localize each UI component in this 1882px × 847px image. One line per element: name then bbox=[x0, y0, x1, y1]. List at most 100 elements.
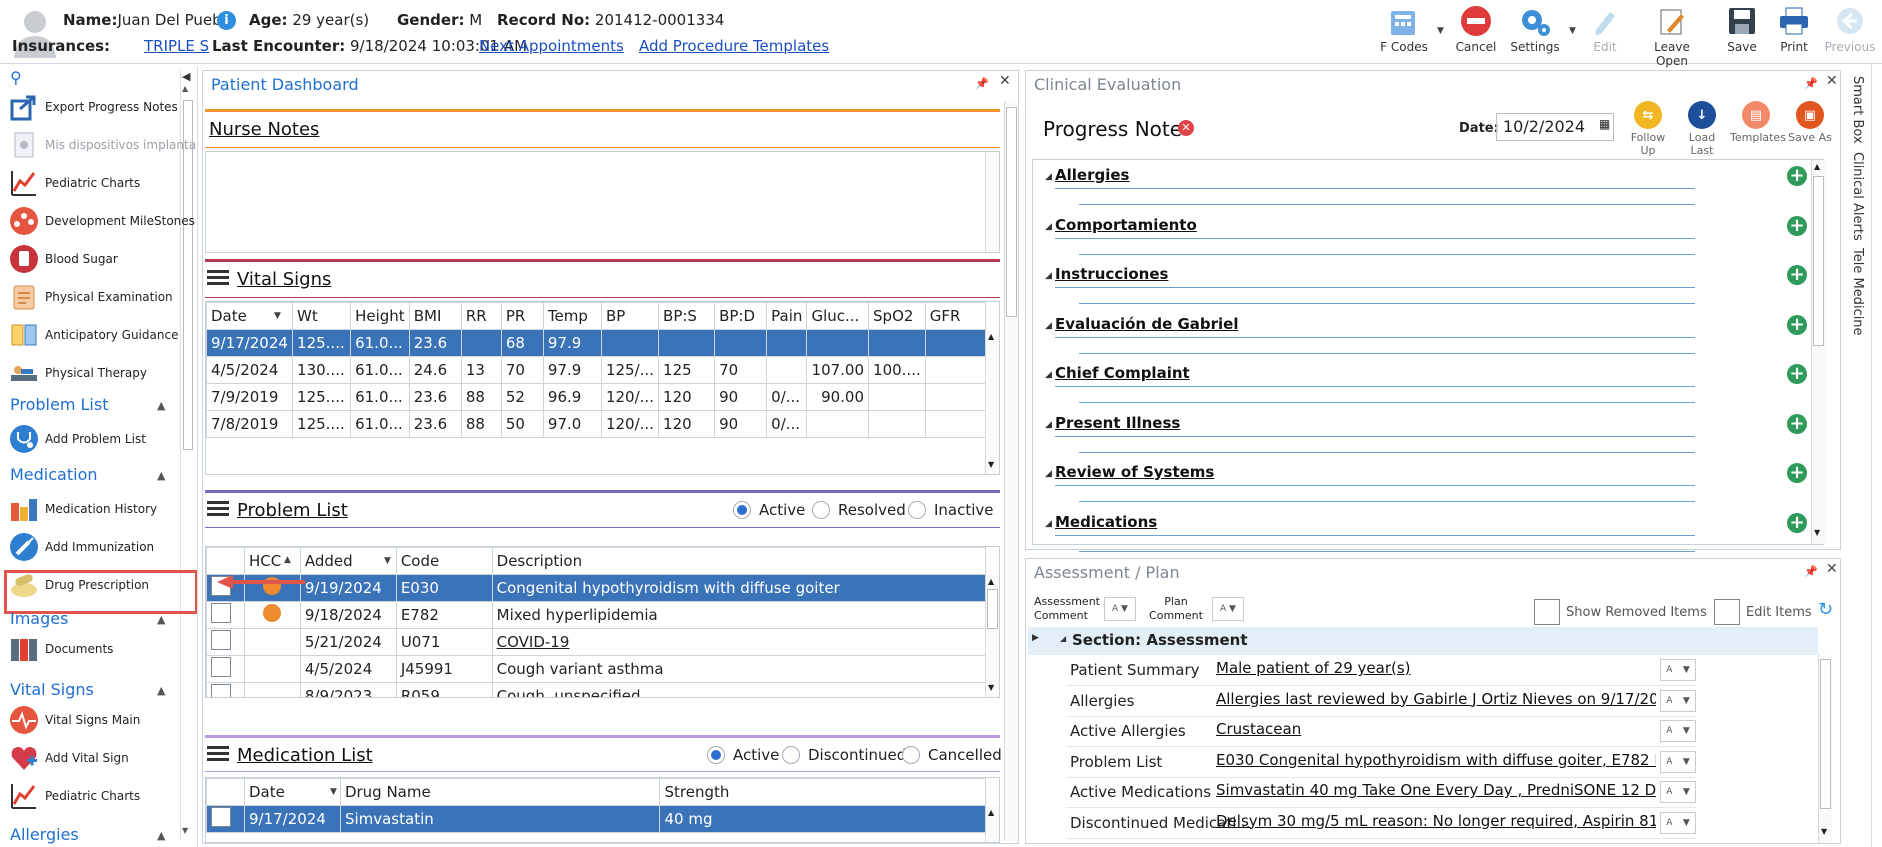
nurse-notes-scrollbar[interactable] bbox=[985, 152, 999, 252]
insurance-link[interactable]: TRIPLE S bbox=[144, 37, 209, 55]
pin-icon[interactable]: 📌 bbox=[1804, 77, 1818, 90]
sidebar-section-medication[interactable]: Medication bbox=[10, 465, 98, 484]
row-comment-dropdown[interactable]: A ▼ bbox=[1660, 750, 1696, 773]
column-header-bmi[interactable]: BMI bbox=[408, 302, 462, 330]
row-comment-dropdown[interactable]: A ▼ bbox=[1660, 781, 1696, 803]
sidebar-item-pediatric-charts-2[interactable]: Pediatric Charts bbox=[8, 778, 140, 814]
column-header-pain[interactable]: Pain bbox=[766, 302, 808, 330]
collapse-medication-icon[interactable]: ▲ bbox=[157, 469, 165, 482]
next-appointments-link[interactable]: Next Appointments bbox=[479, 37, 624, 55]
row-value-link[interactable]: Crustacean bbox=[1216, 720, 1656, 738]
menu-icon[interactable] bbox=[207, 746, 229, 762]
sort-dropdown-icon[interactable]: ▼ bbox=[274, 311, 281, 321]
medication-list-table[interactable]: Date Drug Name Strength 9/17/2024 Simvastat… bbox=[205, 777, 1000, 843]
add-section-icon[interactable]: + bbox=[1787, 463, 1807, 483]
collapse-section-icon[interactable]: ◢ bbox=[1045, 321, 1052, 331]
section-heading[interactable]: Chief Complaint bbox=[1055, 364, 1190, 382]
radio-button[interactable] bbox=[902, 746, 920, 764]
collapse-section-icon[interactable]: ◢ bbox=[1045, 420, 1052, 430]
radio-med-active[interactable]: Active bbox=[707, 746, 779, 764]
column-header-height[interactable]: Height bbox=[350, 302, 410, 330]
add-section-icon[interactable]: + bbox=[1787, 215, 1807, 236]
menu-icon[interactable] bbox=[207, 501, 229, 517]
column-header-drug-name[interactable]: Drug Name bbox=[339, 778, 661, 806]
vital-signs-table[interactable]: Date Wt Height BMI RR PR Temp BP BP:S BP:D Pain Glu… bbox=[205, 301, 1000, 475]
sidebar-item-physical-examination[interactable]: Physical Examination bbox=[8, 279, 173, 315]
radio-med-discontinued[interactable]: Discontinued bbox=[782, 746, 906, 764]
table-row[interactable]: 5/21/2024 U071 COVID-19 bbox=[206, 628, 987, 656]
table-row[interactable]: 4/5/2024 J45991 Cough variant asthma bbox=[206, 655, 987, 683]
refresh-icon[interactable]: ↻ bbox=[1818, 599, 1833, 620]
remove-note-icon[interactable]: ✕ bbox=[1178, 120, 1194, 136]
collapse-section-icon[interactable]: ◢ bbox=[1045, 469, 1052, 479]
sort-dropdown-icon[interactable]: ▼ bbox=[330, 787, 337, 797]
add-section-icon[interactable]: + bbox=[1787, 265, 1807, 285]
row-value-link[interactable]: Simvastatin 40 mg Take One Every Day , P… bbox=[1216, 781, 1656, 799]
info-icon[interactable]: i bbox=[217, 11, 236, 30]
collapse-section-icon[interactable]: ◢ bbox=[1045, 222, 1052, 232]
checkbox[interactable] bbox=[1714, 599, 1740, 625]
column-header-pr[interactable]: PR bbox=[500, 302, 544, 330]
table-row[interactable]: 9/17/2024 Simvastatin 40 mg bbox=[206, 805, 986, 833]
column-header-temp[interactable]: Temp bbox=[542, 302, 602, 330]
save-as-button[interactable]: ▣ Save As bbox=[1784, 101, 1836, 144]
table-row[interactable]: 9/18/2024 E782 Mixed hyperlipidemia bbox=[206, 601, 987, 629]
sidebar-item-blood-sugar[interactable]: Blood Sugar bbox=[8, 241, 118, 277]
plan-comment-dropdown[interactable]: A ▼ bbox=[1212, 597, 1244, 621]
add-section-icon[interactable]: + bbox=[1787, 166, 1807, 186]
sidebar-item-development-milestones[interactable]: Development MileStones bbox=[8, 203, 195, 239]
collapse-section-icon[interactable]: ◢ bbox=[1045, 172, 1052, 182]
table-row[interactable]: 4/5/2024 130.... 61.0... 24.6 13 70 97.9 125/..… bbox=[206, 356, 987, 384]
sidebar-item-add-immunization[interactable]: Add Immunization bbox=[8, 529, 154, 565]
vitals-scrollbar[interactable]: ▲ ▼ bbox=[985, 330, 999, 474]
collapse-vital-signs-icon[interactable]: ▲ bbox=[157, 684, 165, 697]
sidebar-section-problem-list[interactable]: Problem List bbox=[10, 395, 108, 414]
checkbox[interactable] bbox=[211, 630, 231, 650]
add-section-icon[interactable]: + bbox=[1787, 512, 1807, 533]
table-row[interactable]: 7/9/2019 125.... 61.0... 23.6 88 52 96.9 120/..… bbox=[206, 383, 987, 411]
row-checkbox-cell[interactable] bbox=[206, 628, 245, 656]
collapse-section-icon[interactable]: ◢ bbox=[1045, 519, 1052, 529]
checkbox[interactable] bbox=[1534, 599, 1560, 625]
column-header-added[interactable]: Added bbox=[299, 547, 397, 575]
table-cell-desc[interactable]: COVID-19 bbox=[491, 628, 987, 656]
print-button[interactable]: Print bbox=[1762, 4, 1826, 60]
add-section-icon[interactable]: + bbox=[1787, 314, 1807, 335]
edit-items-checkbox[interactable]: Edit Items bbox=[1714, 599, 1812, 625]
show-removed-checkbox[interactable]: Show Removed Items bbox=[1534, 599, 1707, 625]
edit-button[interactable]: Edit bbox=[1573, 4, 1637, 60]
column-header-gfr[interactable]: GFR bbox=[924, 302, 987, 330]
radio-button[interactable] bbox=[782, 746, 800, 764]
sidebar-item-anticipatory-guidance[interactable]: Anticipatory Guidance bbox=[8, 317, 178, 353]
tab-tele-medicine[interactable]: Tele Medicine bbox=[1850, 248, 1865, 336]
pin-icon[interactable]: 📌 bbox=[1804, 565, 1818, 578]
collapse-section-icon[interactable]: ◢ bbox=[1045, 271, 1052, 281]
section-heading[interactable]: Medications bbox=[1055, 513, 1157, 531]
column-header-date[interactable]: Date bbox=[243, 778, 341, 806]
row-value-link[interactable]: Allergies last reviewed by Gabirle J Ort… bbox=[1216, 690, 1656, 708]
radio-med-cancelled[interactable]: Cancelled bbox=[902, 746, 1002, 764]
checkbox[interactable] bbox=[211, 807, 231, 827]
collapse-icon[interactable]: ◢ bbox=[1060, 634, 1066, 643]
radio-button[interactable] bbox=[812, 501, 830, 519]
table-row[interactable]: 9/17/2024 125.... 61.0... 23.6 68 97.9 bbox=[206, 329, 987, 357]
nurse-notes-textarea[interactable] bbox=[205, 151, 1000, 253]
sidebar-item-add-vital-sign[interactable]: Add Vital Sign bbox=[8, 740, 129, 776]
row-value-link[interactable]: Delsym 30 mg/5 mL reason: No longer requ… bbox=[1216, 812, 1656, 830]
follow-up-button[interactable]: ⇆ Follow Up bbox=[1622, 101, 1674, 157]
progress-note-scrollbar[interactable]: ▲ ▼ bbox=[1811, 160, 1825, 544]
add-section-icon[interactable]: + bbox=[1787, 413, 1807, 434]
dashboard-scrollbar[interactable] bbox=[1004, 101, 1018, 841]
radio-button[interactable] bbox=[707, 746, 725, 764]
med-scrollbar[interactable]: ▲ bbox=[985, 806, 999, 842]
section-heading[interactable]: Review of Systems bbox=[1055, 463, 1214, 481]
problem-list-table[interactable]: HCC Added Code Description 9/19/2024 E030 Con… bbox=[205, 546, 1000, 698]
templates-button[interactable]: ▤ Templates bbox=[1730, 101, 1786, 144]
sidebar-section-allergies[interactable]: Allergies bbox=[10, 825, 79, 844]
row-value-link[interactable]: Male patient of 29 year(s) bbox=[1216, 659, 1656, 677]
sort-dropdown-icon[interactable]: ▼ bbox=[384, 556, 391, 566]
sort-asc-icon[interactable]: ▲ bbox=[284, 555, 291, 565]
assessment-scrollbar[interactable]: ▼ bbox=[1818, 655, 1832, 843]
radio-inactive[interactable]: Inactive bbox=[908, 501, 994, 519]
add-section-icon[interactable]: + bbox=[1787, 364, 1807, 384]
